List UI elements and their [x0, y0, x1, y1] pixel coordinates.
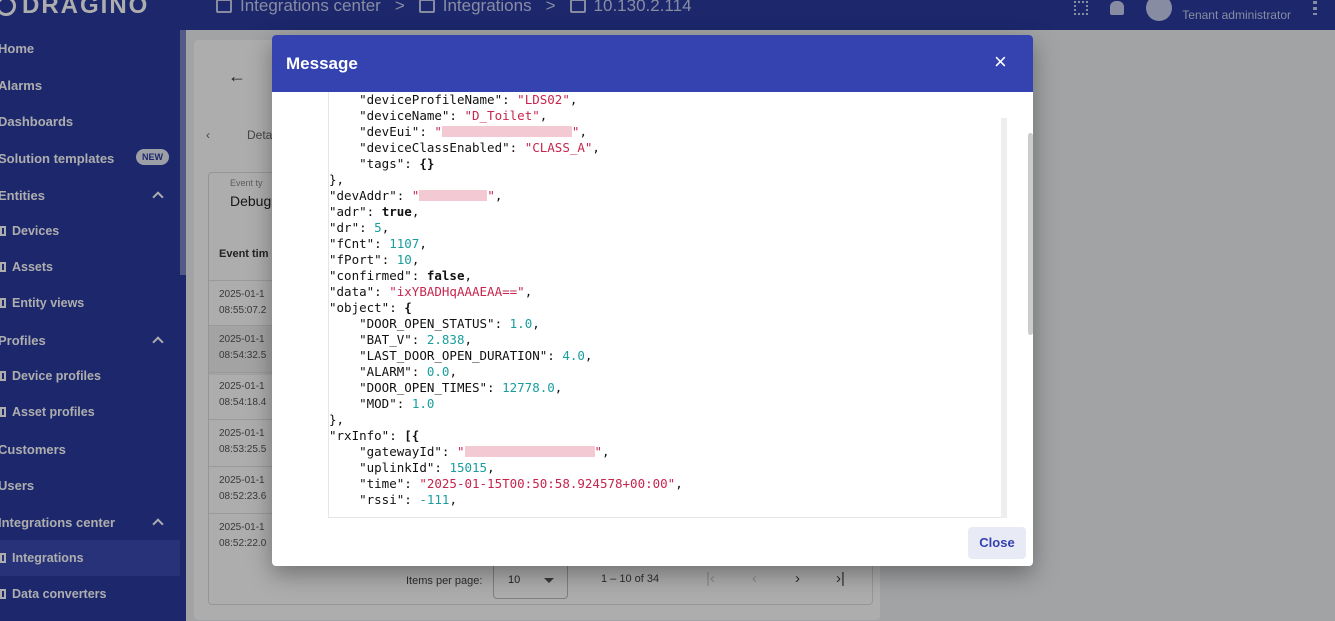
- dialog-scrollbar-thumb[interactable]: [1028, 133, 1033, 335]
- code-line: "tags": {}: [359, 156, 435, 171]
- message-code-view[interactable]: "deviceProfileName": "LDS02", "deviceNam…: [328, 92, 1004, 518]
- code-line: },: [329, 412, 345, 427]
- code-line: "rxInfo": [{: [329, 428, 420, 443]
- code-line: "fPort": 10,: [329, 252, 420, 267]
- code-line: "devAddr": " ",: [329, 188, 503, 203]
- code-line: "deviceName": "D_Toilet",: [359, 108, 548, 123]
- code-line: "time": "2025-01-15T00:50:58.924578+00:0…: [359, 476, 683, 491]
- code-line: "gatewayId": " ",: [359, 444, 610, 459]
- code-line: "object": {: [329, 300, 412, 315]
- code-line: "confirmed": false,: [329, 268, 473, 283]
- redacted-value: [441, 126, 572, 137]
- code-line: "rssi": -111,: [359, 492, 457, 507]
- code-line: "deviceClassEnabled": "CLASS_A",: [359, 140, 600, 155]
- message-dialog: Message × "deviceProfileName": "LDS02", …: [272, 35, 1033, 566]
- code-line: "DOOR_OPEN_STATUS": 1.0,: [359, 316, 540, 331]
- dialog-header: Message ×: [272, 35, 1033, 92]
- code-line: "adr": true,: [329, 204, 420, 219]
- code-line: "DOOR_OPEN_TIMES": 12778.0,: [359, 380, 563, 395]
- code-line: "deviceProfileName": "LDS02",: [359, 92, 578, 107]
- code-line: "devEui": " ",: [359, 124, 587, 139]
- code-line: "data": "ixYBADHqAAAEAA==",: [329, 284, 533, 299]
- code-line: "uplinkId": 15015,: [359, 460, 495, 475]
- dialog-title: Message: [286, 54, 358, 73]
- code-line: },: [329, 172, 345, 187]
- close-icon[interactable]: ×: [994, 51, 1007, 73]
- redacted-value: [419, 190, 488, 201]
- code-line: "dr": 5,: [329, 220, 390, 235]
- code-scrollbar-track[interactable]: [1001, 118, 1007, 518]
- code-line: "MOD": 1.0: [359, 396, 435, 411]
- code-line: "LAST_DOOR_OPEN_DURATION": 4.0,: [359, 348, 593, 363]
- code-line: "ALARM": 0.0,: [359, 364, 457, 379]
- code-line: "fCnt": 1107,: [329, 236, 427, 251]
- close-button[interactable]: Close: [968, 527, 1026, 559]
- redacted-value: [464, 446, 595, 457]
- code-line: "BAT_V": 2.838,: [359, 332, 473, 347]
